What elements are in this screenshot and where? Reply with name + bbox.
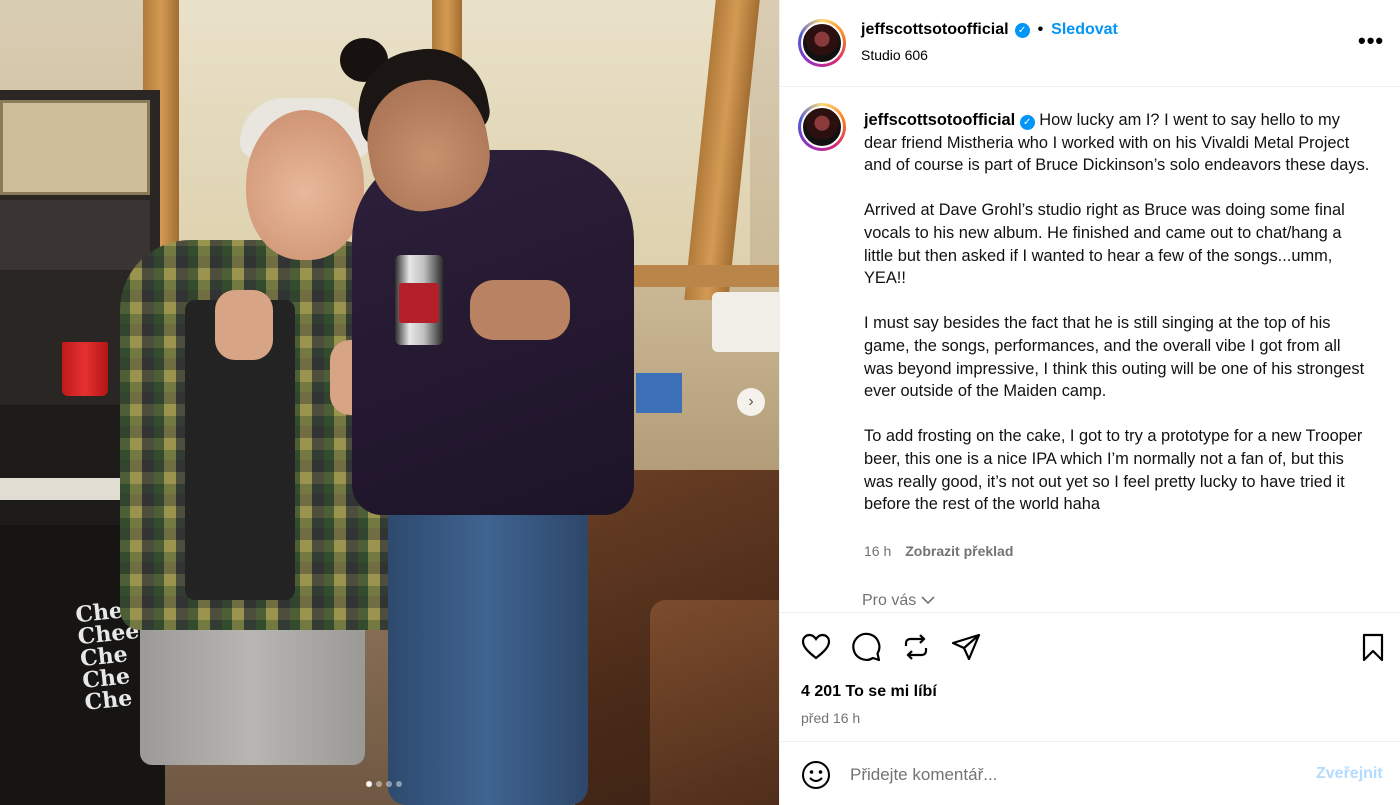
bookmark-icon[interactable] xyxy=(1357,631,1389,663)
for-you-toggle[interactable]: Pro vás xyxy=(862,592,935,610)
username-link[interactable]: jeffscottsotoofficial xyxy=(861,21,1009,39)
red-cup xyxy=(62,342,108,396)
caption-paragraph: To add frosting on the cake, I got to tr… xyxy=(864,427,1363,514)
comment-icon[interactable] xyxy=(850,631,882,663)
emoji-icon[interactable] xyxy=(801,760,831,790)
wood-shelf xyxy=(620,265,779,287)
caption-text: jeffscottsotoofficial ✓ How lucky am I? … xyxy=(864,109,1374,538)
avatar-image xyxy=(801,22,843,64)
caption-username-link[interactable]: jeffscottsotoofficial xyxy=(864,111,1015,129)
post-header: jeffscottsotoofficial ✓ • Sledovat Studi… xyxy=(780,0,1400,87)
verified-badge-icon: ✓ xyxy=(1014,22,1030,38)
share-icon[interactable] xyxy=(950,631,982,663)
beer-can-label xyxy=(399,283,439,323)
post-timestamp[interactable]: před 16 h xyxy=(801,710,860,726)
leather-couch-arm xyxy=(650,600,779,805)
amp-head xyxy=(0,100,150,195)
person-right-jeans xyxy=(388,470,588,805)
carousel-dot[interactable] xyxy=(366,781,372,787)
avatar[interactable] xyxy=(798,103,846,151)
follow-button[interactable]: Sledovat xyxy=(1051,21,1118,39)
carousel-dot[interactable] xyxy=(396,781,402,787)
comment-input[interactable] xyxy=(850,762,1300,788)
person-right-hand xyxy=(470,280,570,340)
caption-paragraph: I must say besides the fact that he is s… xyxy=(864,314,1365,401)
more-options-icon[interactable]: ••• xyxy=(1358,28,1384,54)
caption-section: jeffscottsotoofficial ✓ How lucky am I? … xyxy=(780,88,1400,612)
caption-paragraph: jeffscottsotoofficial ✓ How lucky am I? … xyxy=(864,109,1374,177)
location-link[interactable]: Studio 606 xyxy=(861,47,928,63)
chevron-right-icon: › xyxy=(748,393,754,410)
post-comment-button[interactable]: Zveřejnit xyxy=(1316,765,1383,783)
caption-meta: 16 h Zobrazit překlad xyxy=(864,543,1013,559)
avatar[interactable] xyxy=(798,19,846,67)
for-you-label: Pro vás xyxy=(862,592,917,609)
action-bar: 4 201 To se mi líbí před 16 h xyxy=(780,612,1400,742)
repost-icon[interactable] xyxy=(900,631,932,663)
header-user-row: jeffscottsotoofficial ✓ • Sledovat xyxy=(861,21,1118,39)
caption-time: 16 h xyxy=(864,543,892,559)
heart-icon[interactable] xyxy=(800,631,832,663)
comment-box: Zveřejnit xyxy=(780,743,1400,805)
likes-count[interactable]: 4 201 To se mi líbí xyxy=(801,683,937,701)
post-side-panel: jeffscottsotoofficial ✓ • Sledovat Studi… xyxy=(779,0,1400,805)
carousel-dots xyxy=(366,781,402,787)
verified-badge-icon: ✓ xyxy=(1019,115,1035,130)
lamp-shade xyxy=(712,292,779,352)
separator-dot: • xyxy=(1037,21,1044,38)
carousel-dot[interactable] xyxy=(376,781,382,787)
carousel-next-button[interactable]: › xyxy=(737,388,765,416)
avatar-image xyxy=(801,106,843,148)
post-photo[interactable]: Cheap Chee Che Che Che › xyxy=(0,0,779,805)
amp-head-dark xyxy=(0,200,150,270)
person-left-hand xyxy=(215,290,273,360)
carousel-dot[interactable] xyxy=(386,781,392,787)
person-left-head xyxy=(246,110,364,260)
caption-paragraph: Arrived at Dave Grohl’s studio right as … xyxy=(864,201,1345,288)
blue-box xyxy=(636,373,682,413)
translate-button[interactable]: Zobrazit překlad xyxy=(905,543,1013,559)
chevron-down-icon xyxy=(921,592,935,609)
